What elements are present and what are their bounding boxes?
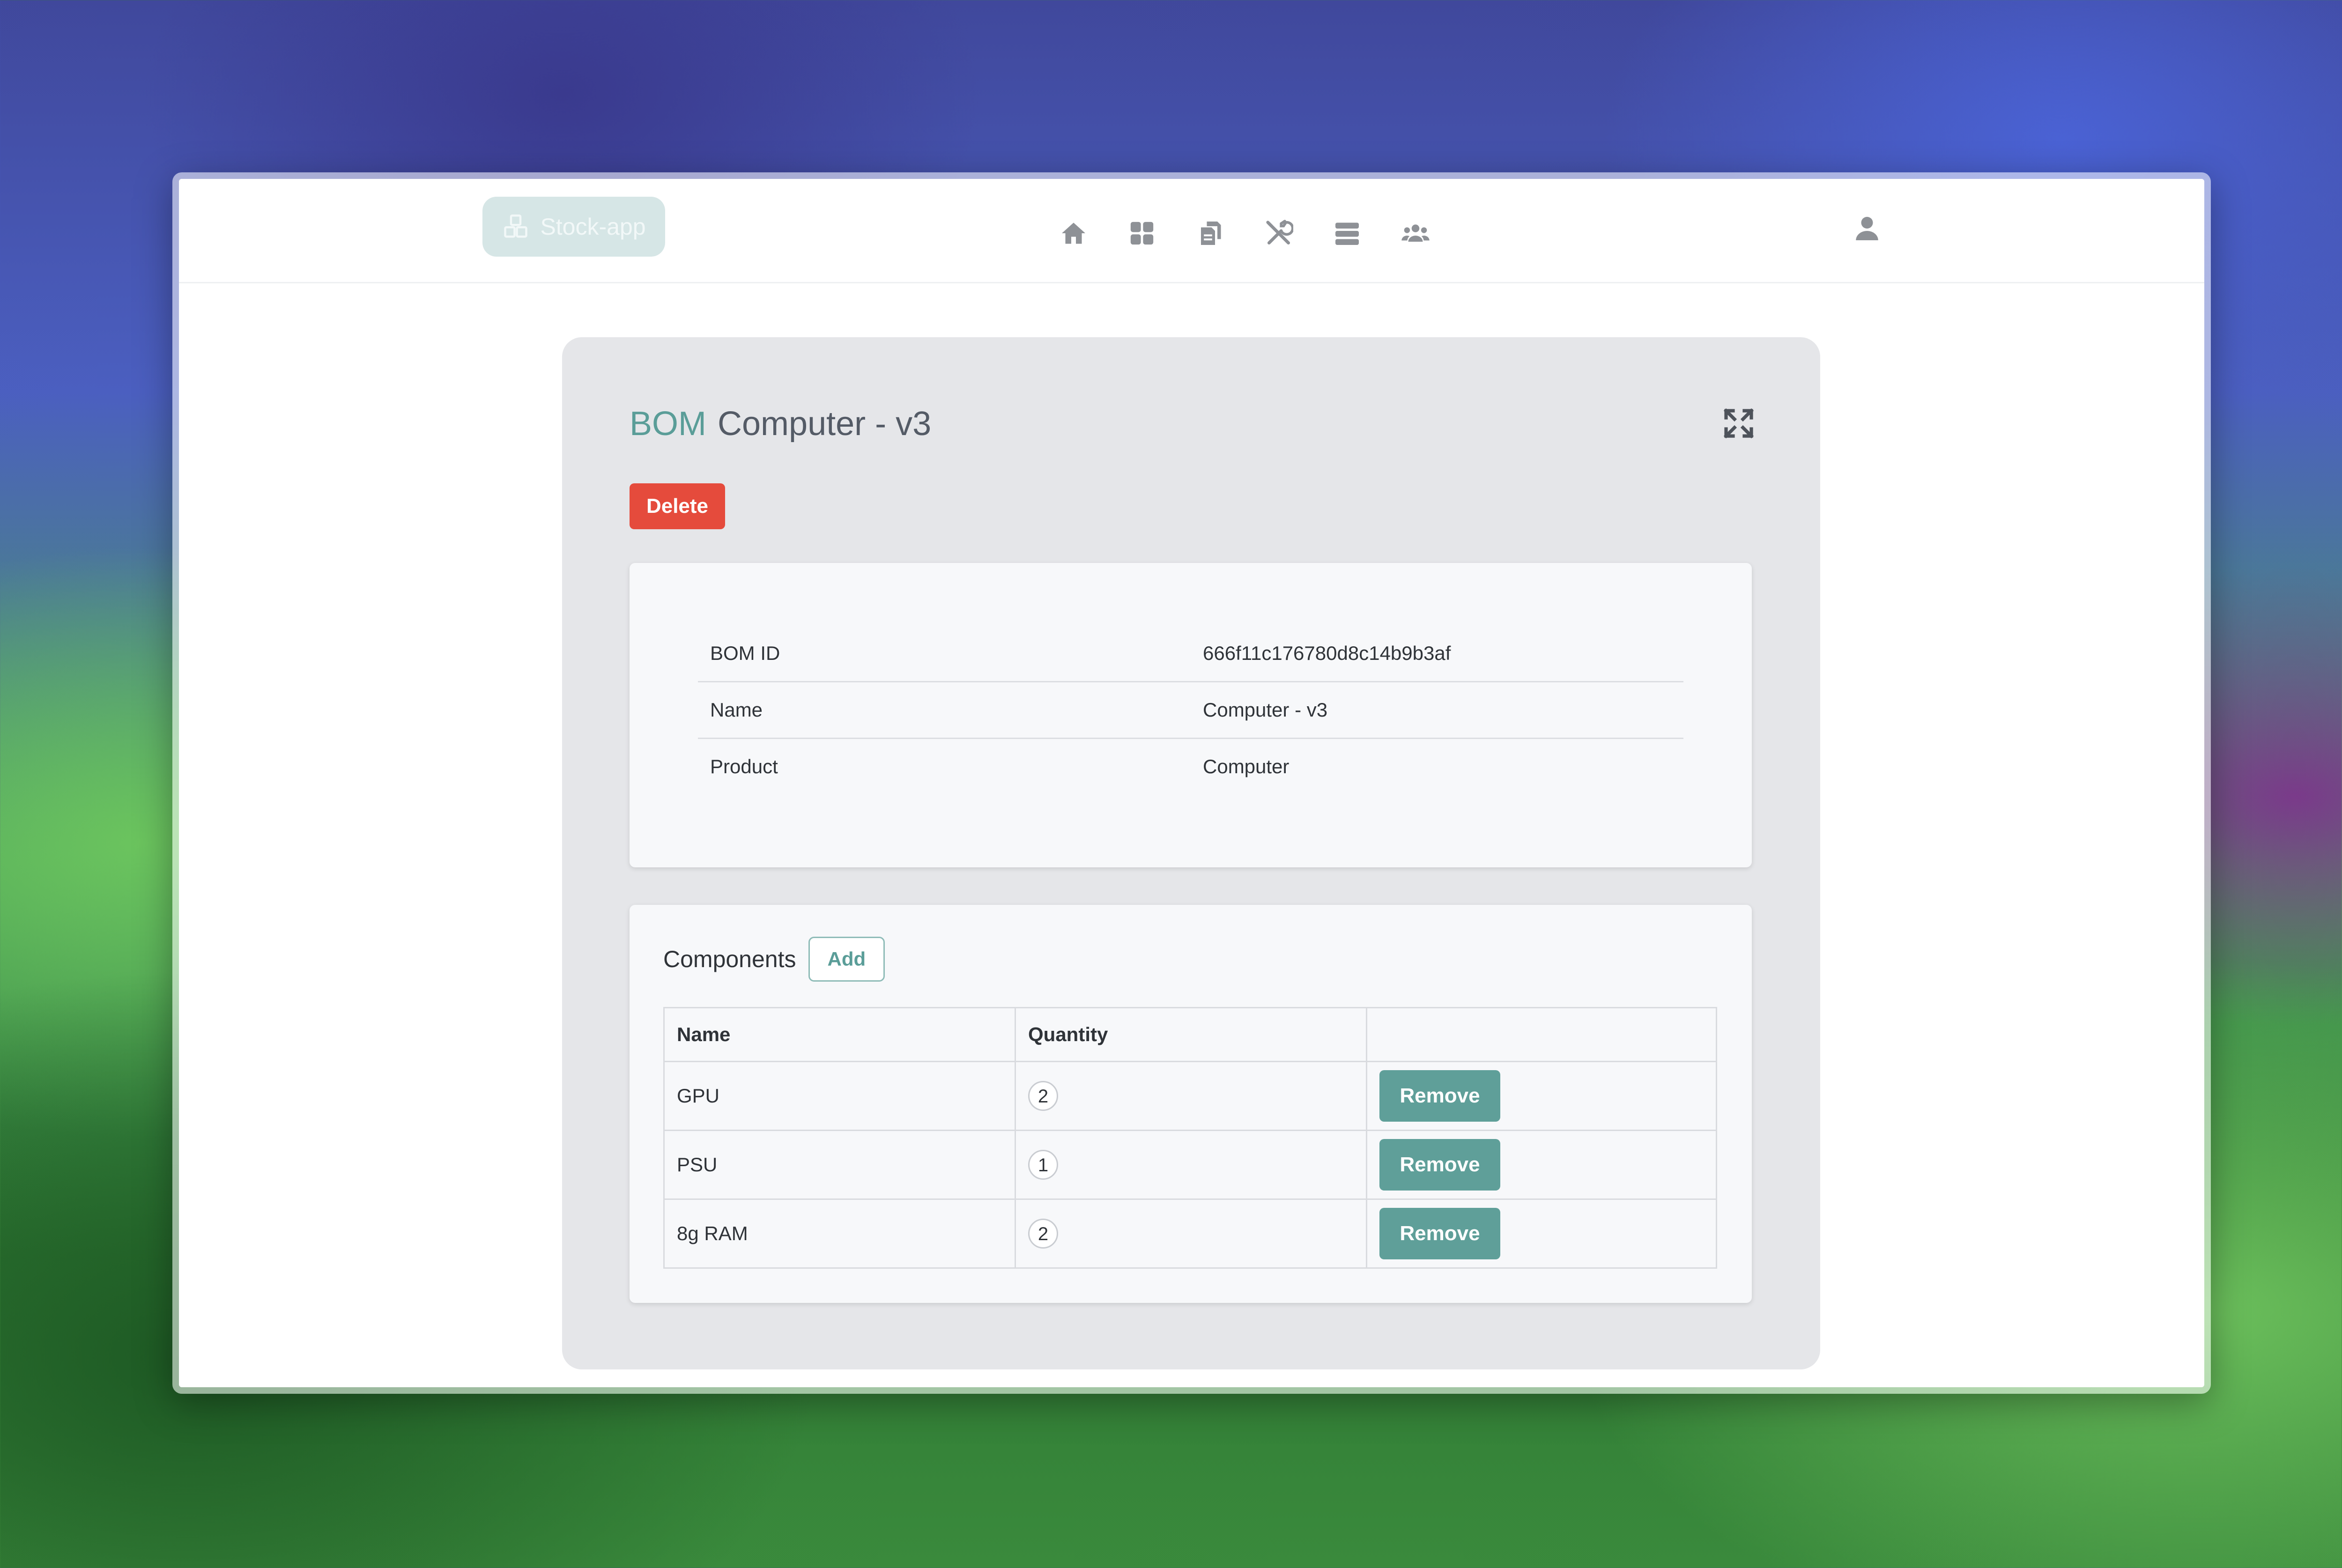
tools-icon (1266, 220, 1293, 245)
table-row: PSU 1 Remove (663, 1130, 1717, 1200)
page-title-text: Computer - v3 (718, 405, 932, 443)
table-row: 8g RAM 2 Remove (663, 1198, 1717, 1269)
app-root: Stock-app BOM Computer - v3 Delete BOM I… (179, 179, 2204, 1387)
info-value: 666f11c176780d8c14b9b3af (1191, 626, 1683, 682)
user-icon (1856, 217, 1878, 240)
brand-name: Stock-app (540, 214, 646, 240)
info-value: Computer (1203, 755, 1290, 777)
components-table: Name Quantity GPU 2 Remove PSU 1 Remove … (663, 1007, 1717, 1269)
page-title: BOM Computer - v3 (630, 405, 931, 443)
component-name: GPU (663, 1061, 1016, 1131)
add-component-button[interactable]: Add (808, 937, 885, 982)
expand-icon[interactable] (1722, 407, 1756, 440)
bom-detail-panel: BOM Computer - v3 Delete BOM ID 666f11c17… (562, 337, 1820, 1369)
components-title: Components (663, 946, 796, 972)
info-key: BOM ID (698, 626, 1191, 682)
nav-tools[interactable] (1264, 218, 1294, 248)
nav-dashboard[interactable] (1127, 218, 1157, 248)
components-card: Components Add Name Quantity GPU 2 Remov… (630, 905, 1752, 1303)
info-key: Name (698, 681, 1191, 739)
info-row: BOM ID 666f11c176780d8c14b9b3af (698, 626, 1683, 682)
info-row: Name Computer - v3 (698, 681, 1683, 739)
boxes-icon (502, 213, 530, 241)
component-actions-cell: Remove (1366, 1198, 1717, 1269)
grid-icon (1130, 222, 1154, 245)
nav-server[interactable] (1332, 218, 1362, 248)
server-icon (1335, 222, 1359, 245)
bom-info-card: BOM ID 666f11c176780d8c14b9b3af Name Com… (630, 563, 1752, 867)
info-row: Product Computer (698, 739, 1683, 795)
delete-button[interactable]: Delete (630, 483, 725, 529)
column-header-name: Name (663, 1007, 1016, 1062)
nav-home[interactable] (1059, 218, 1089, 248)
brand-button[interactable]: Stock-app (482, 197, 665, 257)
quantity-badge: 2 (1028, 1219, 1058, 1249)
components-header: Components Add (663, 937, 885, 982)
top-navbar: Stock-app (179, 179, 2204, 283)
remove-button[interactable]: Remove (1379, 1139, 1500, 1191)
browser-window: Stock-app BOM Computer - v3 Delete BOM I… (172, 172, 2211, 1394)
table-row: GPU 2 Remove (663, 1061, 1717, 1131)
quantity-badge: 2 (1028, 1081, 1058, 1111)
nav-documents[interactable] (1195, 218, 1225, 248)
column-header-actions (1366, 1007, 1717, 1062)
documents-icon (1201, 222, 1221, 245)
component-actions-cell: Remove (1366, 1061, 1717, 1131)
component-quantity-cell: 1 (1015, 1130, 1367, 1200)
bom-info-table: BOM ID 666f11c176780d8c14b9b3af Name Com… (698, 626, 1683, 794)
quantity-badge: 1 (1028, 1150, 1058, 1180)
component-name: PSU (663, 1130, 1016, 1200)
info-value: Computer - v3 (1191, 681, 1683, 739)
column-header-quantity: Quantity (1015, 1007, 1367, 1062)
home-icon (1062, 222, 1085, 244)
users-icon (1401, 224, 1430, 242)
component-quantity-cell: 2 (1015, 1061, 1367, 1131)
remove-button[interactable]: Remove (1379, 1208, 1500, 1259)
user-menu-button[interactable] (1848, 210, 1886, 247)
table-header-row: Name Quantity (663, 1007, 1717, 1062)
info-key: Product (710, 755, 778, 777)
main-nav (1059, 210, 1430, 257)
remove-button[interactable]: Remove (1379, 1070, 1500, 1122)
page-title-prefix: BOM (630, 405, 707, 443)
component-quantity-cell: 2 (1015, 1198, 1367, 1269)
component-actions-cell: Remove (1366, 1130, 1717, 1200)
component-name: 8g RAM (663, 1198, 1016, 1269)
nav-users[interactable] (1401, 218, 1430, 248)
